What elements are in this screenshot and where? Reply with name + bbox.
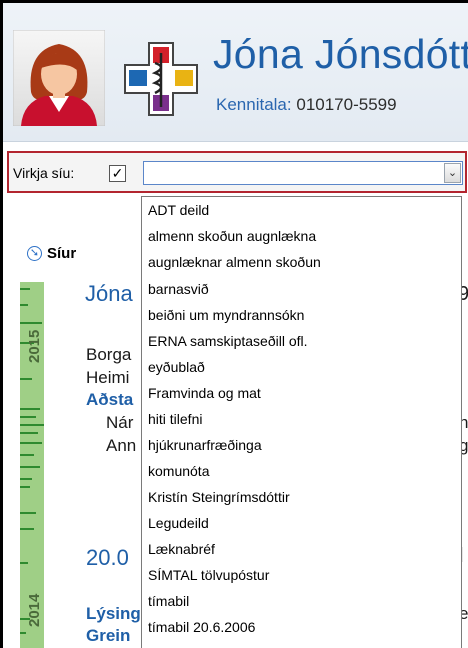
timeline-tick <box>20 562 28 564</box>
dropdown-option[interactable]: augnlæknar almenn skoðun <box>148 254 321 270</box>
kennitala: Kennitala: 010170-5599 <box>216 95 397 115</box>
dropdown-option[interactable]: SÍMTAL tölvupóstur <box>148 567 269 583</box>
timeline-tick <box>20 288 30 290</box>
timeline-tick <box>20 304 28 306</box>
entry-section-heading: Lýsing <box>86 604 141 623</box>
timeline-tick <box>20 378 32 380</box>
timeline-tick <box>20 442 42 444</box>
timeline-tick <box>20 528 34 530</box>
dropdown-option[interactable]: ERNA samskiptaseðill ofl. <box>148 333 308 349</box>
timeline-tick <box>20 512 36 514</box>
timeline-tick <box>20 424 44 426</box>
dropdown-option[interactable]: tímabil <box>148 593 189 609</box>
timeline-tick <box>20 632 26 634</box>
timeline-tick <box>20 322 42 324</box>
kennitala-label: Kennitala: <box>216 95 292 114</box>
filter-dropdown-list[interactable]: ADT deild almenn skoðun augnlækna augnlæ… <box>141 196 462 648</box>
filters-button-label: Síur <box>47 245 77 262</box>
timeline-tick <box>20 416 36 418</box>
dropdown-option[interactable]: hiti tilefni <box>148 411 202 427</box>
entry-line: Ann <box>106 436 137 455</box>
dropdown-option[interactable]: beiðni um myndrannsókn <box>148 307 304 323</box>
dropdown-option[interactable]: Legudeild <box>148 515 209 531</box>
timeline-tick <box>20 486 30 488</box>
timeline-tick <box>20 466 40 468</box>
dropdown-option[interactable]: barnasvið <box>148 281 209 297</box>
entry-section-heading: Aðsta <box>86 390 134 409</box>
kennitala-value: 010170-5599 <box>296 95 397 114</box>
dropdown-option[interactable]: almenn skoðun augnlækna <box>148 228 316 244</box>
patient-header: Jóna Jónsdótt Kennitala: 010170-5599 <box>3 3 468 142</box>
dropdown-option[interactable]: Kristín Steingrímsdóttir <box>148 489 290 505</box>
dropdown-option[interactable]: eyðublað <box>148 359 205 375</box>
timeline-tick <box>20 478 32 480</box>
dropdown-option[interactable]: ADT deild <box>148 202 209 218</box>
dropdown-option[interactable]: tímabil 20.6.2006 <box>148 619 255 635</box>
patient-avatar[interactable] <box>13 30 105 126</box>
dropdown-option[interactable]: komunóta <box>148 463 209 479</box>
timeline-tick <box>20 454 34 456</box>
patient-name: Jóna Jónsdótt <box>213 31 468 77</box>
timeline-tick <box>20 408 40 410</box>
timeline-year-2014: 2014 <box>26 593 43 627</box>
entry-section-heading: Grein <box>86 626 131 645</box>
filter-bar: Virkja síu: ✓ ⌄ <box>7 151 467 193</box>
timeline-tick <box>20 432 38 434</box>
entry-line: Borga <box>86 345 132 364</box>
dropdown-option[interactable]: Læknabréf <box>148 541 215 557</box>
filter-enable-checkbox[interactable]: ✓ <box>109 165 126 182</box>
chevron-down-icon[interactable]: ⌄ <box>444 163 461 183</box>
circle-arrow-down-icon: ➘ <box>27 246 42 261</box>
timeline-year-2015: 2015 <box>26 329 43 363</box>
filter-enable-label: Virkja síu: <box>13 165 75 181</box>
filter-combobox[interactable]: ⌄ <box>143 161 463 185</box>
entry-title[interactable]: Jóna <box>85 281 133 307</box>
entry-title[interactable]: 20.0 <box>86 545 129 571</box>
medical-logo-icon <box>124 42 198 116</box>
dropdown-option[interactable]: hjúkrunarfræðinga <box>148 437 262 453</box>
entry-line: Nár <box>106 413 134 432</box>
dropdown-option[interactable]: Framvinda og mat <box>148 385 261 401</box>
entry-line: Heimi <box>86 368 130 387</box>
